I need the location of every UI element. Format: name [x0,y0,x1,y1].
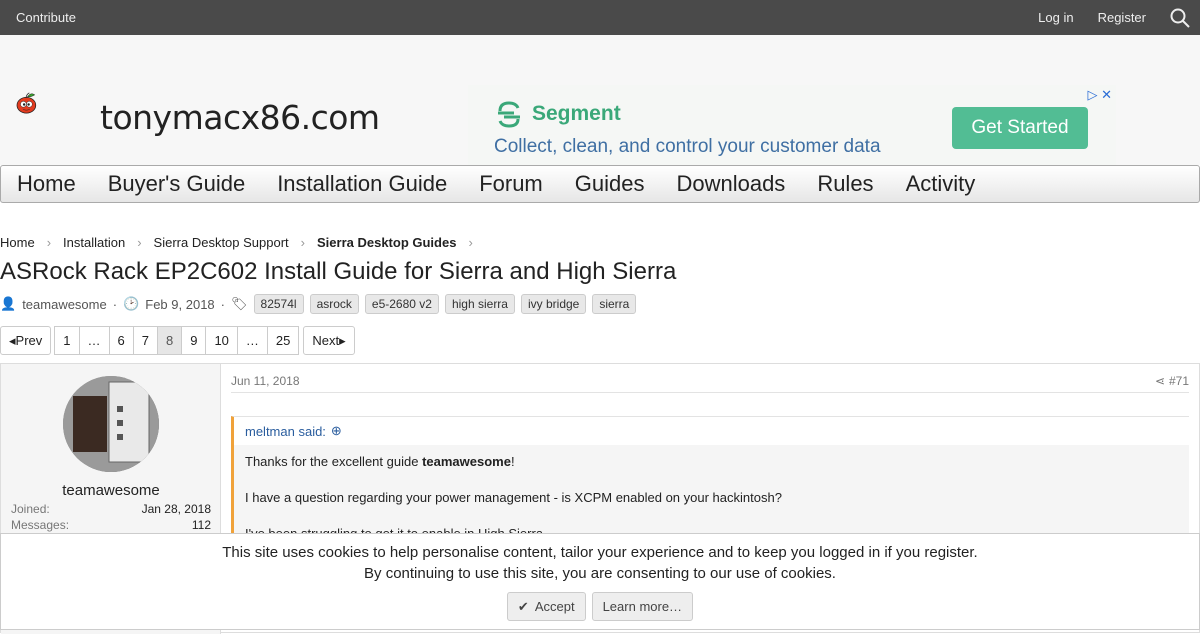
cookie-buttons: ✔ Accept Learn more… [1,592,1199,621]
messages-value: 112 [191,518,211,532]
messages-row: Messages: 112 [11,518,211,532]
quote-text: ! [510,454,515,469]
accept-label: Accept [534,599,575,614]
search-icon[interactable] [1170,8,1190,28]
chevron-right-icon: › [300,235,305,250]
next-label: Next [312,333,340,348]
quote-author[interactable]: meltman said: [245,424,326,439]
ad-text: Collect, clean, and control your custome… [494,136,881,157]
nav-forum[interactable]: Forum [479,171,543,197]
nav-buyers-guide[interactable]: Buyer's Guide [108,171,246,197]
apple-logo-icon[interactable] [16,60,100,146]
tag[interactable]: high sierra [444,294,515,314]
tag[interactable]: asrock [309,294,359,314]
quote-text: Thanks for the excellent guide [245,454,423,469]
page-current[interactable]: 8 [156,326,183,355]
breadcrumb-sierra-guides[interactable]: Sierra Desktop Guides [317,235,456,250]
ad-cta-button[interactable]: Get Started [952,107,1088,149]
chevron-right-icon: › [137,235,142,250]
page-ellipsis[interactable]: … [78,326,110,355]
prev-label: Prev [15,333,43,348]
cookie-text-1: This site uses cookies to help personali… [222,544,978,561]
user-icon: 👤 [0,296,17,311]
site-name[interactable]: tonymacx86.com [100,98,380,137]
breadcrumb-sierra-support[interactable]: Sierra Desktop Support [154,235,289,250]
meta-separator: · [220,296,225,312]
avatar[interactable] [63,376,159,472]
next-button[interactable]: Next ▸ [303,326,355,355]
page-title: ASRock Rack EP2C602 Install Guide for Si… [0,258,677,285]
cookie-text-2: By continuing to use this site, you are … [364,565,836,582]
pagination: ◂ Prev 1 … 6 7 8 9 10 … 25 Next ▸ [0,326,355,355]
top-bar: Contribute Log in Register [0,0,1200,35]
avatar-image [63,376,159,472]
breadcrumb: Home › Installation › Sierra Desktop Suppo… [0,235,479,250]
contribute-link[interactable]: Contribute [16,10,76,25]
quote-line: Thanks for the excellent guide teamaweso… [245,453,1178,471]
advertisement[interactable]: Segment Collect, clean, and control your… [468,85,1116,169]
nav-activity[interactable]: Activity [906,171,976,197]
breadcrumb-home[interactable]: Home [0,235,35,250]
login-link[interactable]: Log in [1038,10,1073,25]
tag[interactable]: ivy bridge [520,294,587,314]
ad-close-icon[interactable]: ▷ ✕ [1087,87,1112,103]
chevron-right-icon: › [46,235,52,250]
quote-bold: teamawesome [422,454,511,469]
joined-label: Joined: [11,502,50,516]
quote-header[interactable]: meltman said: ⊕ [234,417,1189,445]
page-group: 1 … 6 7 8 9 10 … 25 [54,326,300,355]
divider [231,392,1189,393]
joined-value: Jan 28, 2018 [141,502,211,516]
joined-row: Joined: Jan 28, 2018 [11,502,211,516]
tag[interactable]: 82574l [253,294,304,314]
post-date[interactable]: Jun 11, 2018 [231,374,300,388]
quote-line: I have a question regarding your power m… [245,490,782,505]
ad-brand: Segment [494,99,621,129]
tag-icon: 🏷 [231,296,248,311]
site-header: tonymacx86.com Segment Collect, clean, a… [0,35,1200,169]
nav-rules[interactable]: Rules [817,171,873,197]
accept-cookies-button[interactable]: ✔ Accept [506,592,586,621]
breadcrumb-installation[interactable]: Installation [63,235,125,250]
prev-button[interactable]: ◂ Prev [0,326,52,355]
tag[interactable]: sierra [592,294,637,314]
ad-brand-name: Segment [532,102,621,125]
main-nav: Home Buyer's Guide Installation Guide Fo… [0,165,1200,203]
post-username[interactable]: teamawesome [1,482,221,499]
messages-label: Messages: [11,518,70,532]
nav-guides[interactable]: Guides [575,171,645,197]
register-link[interactable]: Register [1098,10,1146,25]
meta-separator: · [112,296,118,312]
thread-author[interactable]: teamawesome [22,297,107,312]
page-link[interactable]: 7 [132,326,158,355]
page-link[interactable]: 6 [108,326,134,355]
nav-home[interactable]: Home [17,171,76,197]
cookie-banner: This site uses cookies to help personali… [0,533,1200,630]
learn-more-button[interactable]: Learn more… [591,592,694,621]
arrow-up-circle-icon[interactable]: ⊕ [331,423,342,439]
page-ellipsis[interactable]: … [236,326,268,355]
page-link[interactable]: 1 [54,326,80,355]
nav-downloads[interactable]: Downloads [676,171,785,197]
tag[interactable]: e5-2680 v2 [364,294,439,314]
share-icon[interactable]: ⋖ [1155,374,1165,388]
clock-icon: 🕑 [123,296,140,311]
page-link[interactable]: 9 [181,326,207,355]
thread-date[interactable]: Feb 9, 2018 [145,297,214,312]
nav-installation-guide[interactable]: Installation Guide [277,171,447,197]
chevron-right-icon: › [468,235,473,250]
page-link[interactable]: 25 [266,326,300,355]
post-number[interactable]: #71 [1169,374,1189,388]
segment-logo-icon [498,101,520,128]
page-link[interactable]: 10 [205,326,238,355]
check-icon: ✔ [517,598,529,614]
thread-meta: 👤 teamawesome · 🕑 Feb 9, 2018 · 🏷 82574l… [0,294,637,314]
